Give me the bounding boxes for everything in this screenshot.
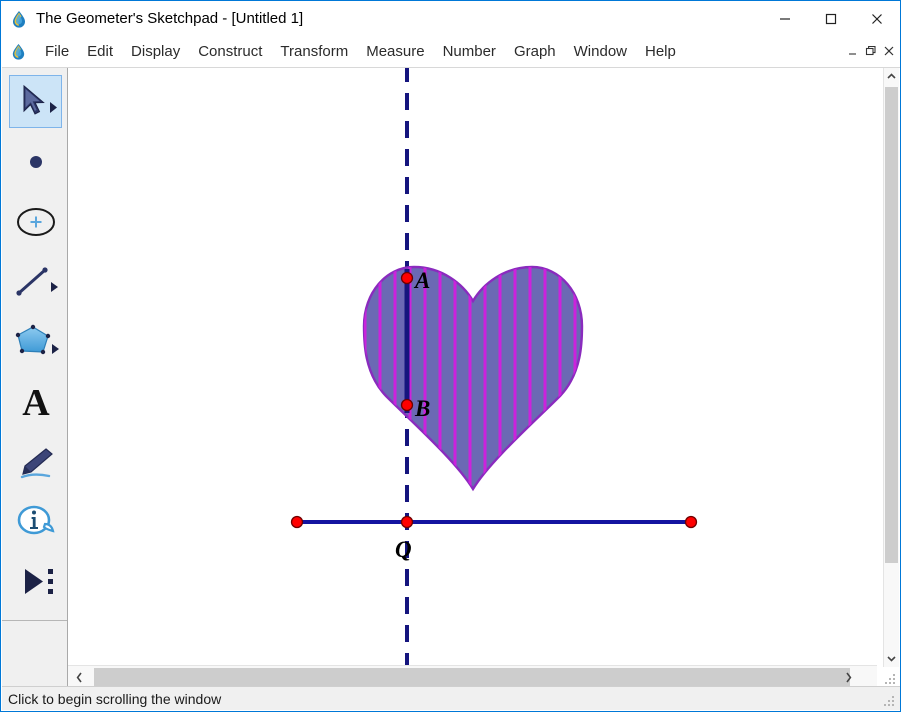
scroll-up-arrow-icon[interactable] xyxy=(884,68,899,85)
mdi-minimize-button[interactable] xyxy=(844,41,862,61)
point-A[interactable] xyxy=(402,273,413,284)
point-B[interactable] xyxy=(402,400,413,411)
menu-item-measure[interactable]: Measure xyxy=(357,40,433,63)
mdi-resize-grip[interactable] xyxy=(884,671,898,685)
straightedge-tool[interactable] xyxy=(9,255,62,308)
point-B-label[interactable]: B xyxy=(414,396,430,421)
mdi-window-controls xyxy=(844,41,898,61)
heart-fill xyxy=(364,267,582,489)
menu-item-transform[interactable]: Transform xyxy=(271,40,357,63)
mdi-close-button[interactable] xyxy=(880,41,898,61)
polygon-tool[interactable] xyxy=(9,315,62,368)
point-Q[interactable] xyxy=(402,517,413,528)
maximize-button[interactable] xyxy=(808,1,854,36)
point-dot-icon xyxy=(30,156,42,168)
sketch-figure: A B Q xyxy=(68,68,877,667)
menu-item-construct[interactable]: Construct xyxy=(189,40,271,63)
info-balloon-icon xyxy=(19,507,53,533)
scroll-left-arrow-icon[interactable] xyxy=(71,667,88,687)
custom-tool[interactable] xyxy=(9,555,62,608)
flyout-triangle-icon xyxy=(52,344,59,354)
menu-bar: File Edit Display Construct Transform Me… xyxy=(2,36,900,68)
menu-item-number[interactable]: Number xyxy=(434,40,505,63)
toolbox-panel: A xyxy=(2,68,68,688)
menu-item-help[interactable]: Help xyxy=(636,40,685,63)
pentagon-icon xyxy=(15,324,49,353)
point-Q-label[interactable]: Q xyxy=(395,537,412,562)
scroll-right-arrow-icon[interactable] xyxy=(840,667,857,687)
compass-circle-tool[interactable] xyxy=(9,195,62,248)
arrow-cursor-icon xyxy=(24,86,44,114)
scroll-down-arrow-icon[interactable] xyxy=(884,650,899,667)
point-tool[interactable] xyxy=(9,135,62,188)
document-droplet-icon[interactable] xyxy=(10,43,27,60)
vertical-scrollbar[interactable] xyxy=(883,68,899,667)
arrow-select-tool[interactable] xyxy=(9,75,62,128)
text-tool[interactable]: A xyxy=(9,375,62,428)
segment-right-endpoint[interactable] xyxy=(686,517,697,528)
heart-figure[interactable] xyxy=(364,261,582,496)
sketchpad-droplet-icon xyxy=(10,10,28,28)
play-triangle-dots-icon xyxy=(25,569,53,594)
mdi-restore-button[interactable] xyxy=(862,41,880,61)
menu-item-graph[interactable]: Graph xyxy=(505,40,565,63)
window-title: The Geometer's Sketchpad - [Untitled 1] xyxy=(36,10,303,27)
flyout-triangle-icon xyxy=(50,102,57,113)
circle-compass-icon xyxy=(18,209,54,235)
menu-item-file[interactable]: File xyxy=(36,40,78,63)
window-controls xyxy=(762,1,900,36)
window-resize-grip[interactable] xyxy=(883,693,897,707)
title-bar: The Geometer's Sketchpad - [Untitled 1] xyxy=(1,1,900,36)
menu-item-display[interactable]: Display xyxy=(122,40,189,63)
information-tool[interactable] xyxy=(9,495,62,548)
close-button[interactable] xyxy=(854,1,900,36)
horizontal-scrollbar[interactable] xyxy=(68,665,877,687)
horizontal-scrollbar-thumb[interactable] xyxy=(94,668,850,686)
minimize-button[interactable] xyxy=(762,1,808,36)
status-message: Click to begin scrolling the window xyxy=(2,691,221,707)
sketchpad-window: The Geometer's Sketchpad - [Untitled 1] … xyxy=(0,0,901,712)
vertical-scrollbar-thumb[interactable] xyxy=(885,87,898,563)
toolbox-tool-group: A xyxy=(2,68,67,621)
point-A-label[interactable]: A xyxy=(413,268,430,293)
menu-item-edit[interactable]: Edit xyxy=(78,40,122,63)
menu-item-window[interactable]: Window xyxy=(565,40,636,63)
marker-tool[interactable] xyxy=(9,435,62,488)
status-bar: Click to begin scrolling the window xyxy=(2,686,900,710)
letter-a-icon: A xyxy=(22,382,50,423)
pencil-marker-icon xyxy=(22,449,52,477)
sketch-canvas[interactable]: A B Q xyxy=(68,68,877,667)
line-segment-icon xyxy=(16,267,47,295)
flyout-triangle-icon xyxy=(51,282,58,292)
segment-left-endpoint[interactable] xyxy=(292,517,303,528)
